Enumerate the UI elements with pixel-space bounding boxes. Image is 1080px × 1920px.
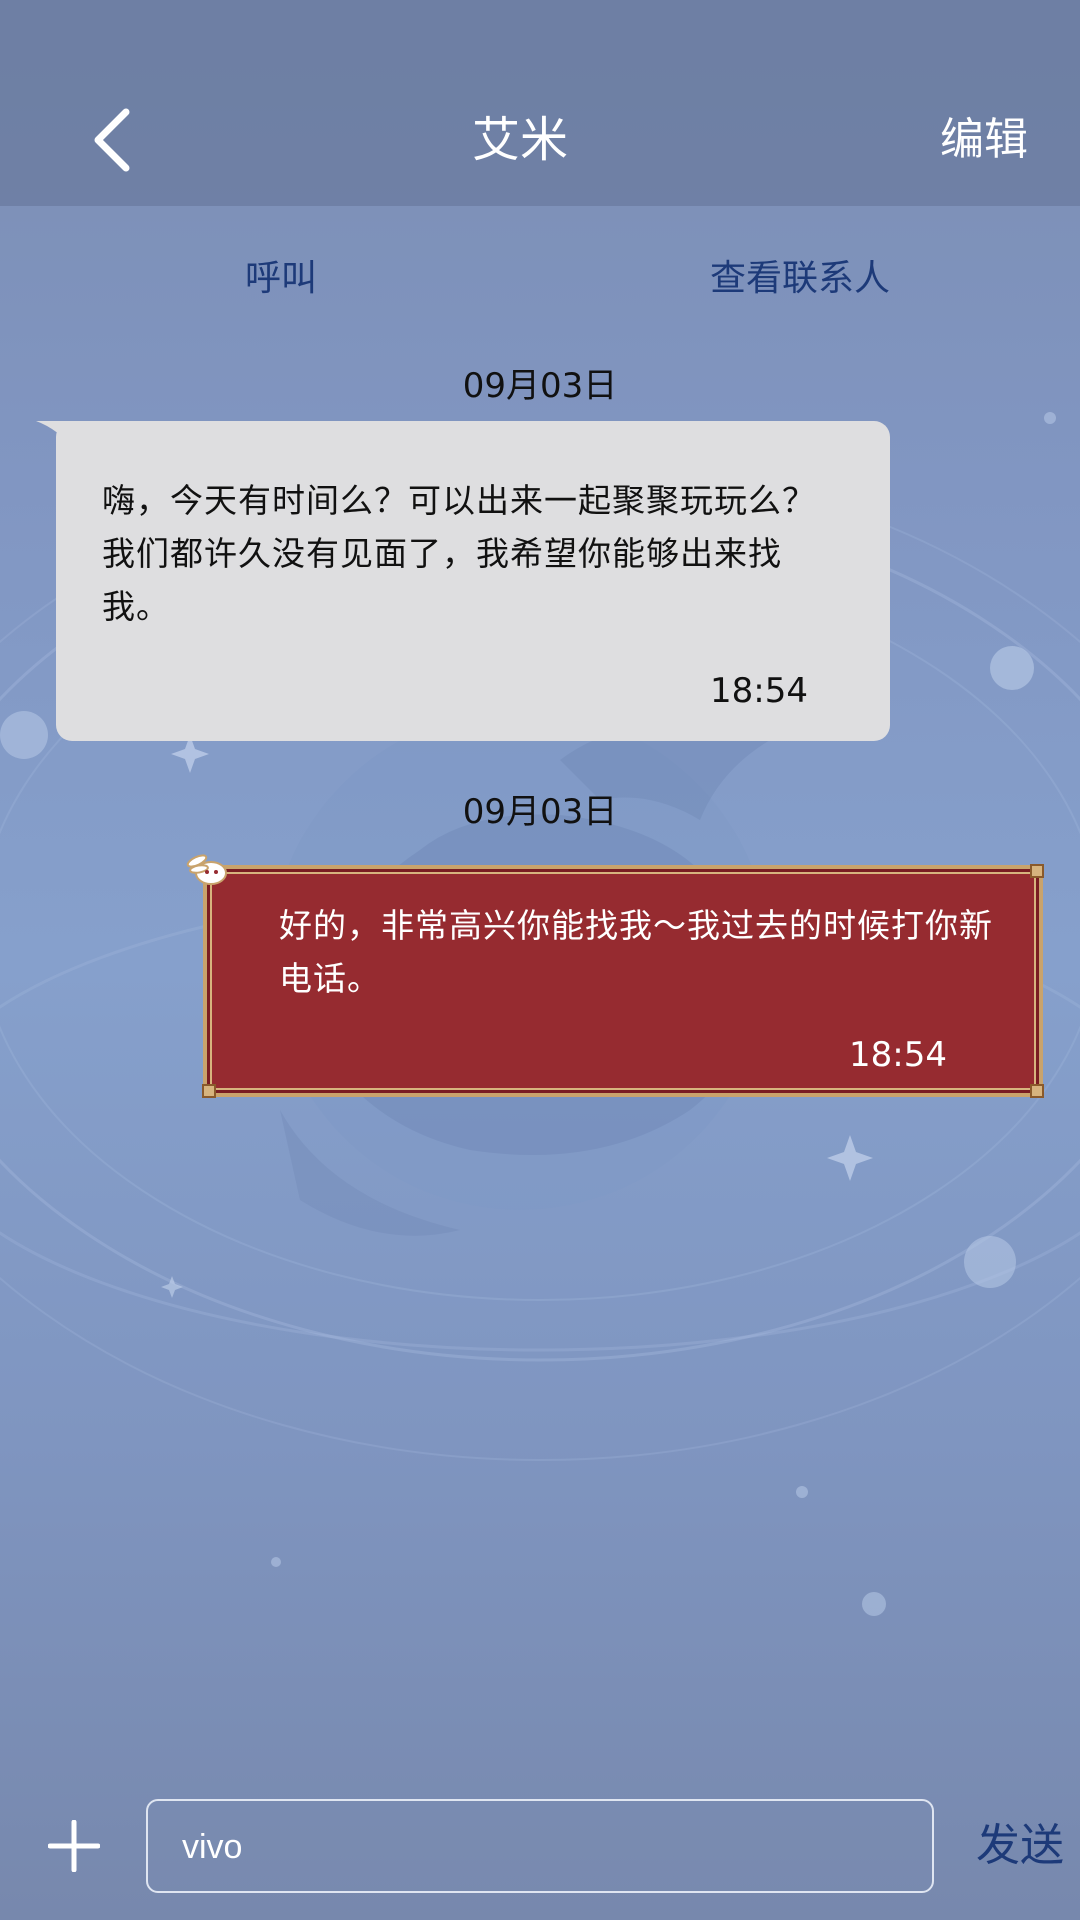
frame-corner [1030, 864, 1044, 878]
date-separator: 09月03日 [462, 792, 618, 832]
page-title: 艾米 [471, 112, 568, 168]
message-input-box[interactable] [146, 1799, 934, 1893]
plus-icon [47, 1819, 101, 1873]
top-bar: 艾米 编辑 [0, 0, 1080, 206]
date-separator: 09月03日 [462, 366, 618, 406]
send-button[interactable]: 发送 [976, 1816, 1064, 1876]
message-input[interactable] [180, 1801, 904, 1893]
add-attachment-button[interactable] [47, 1819, 101, 1873]
message-text: 好的，非常高兴你能找我～我过去的时候打你新电话。 [279, 906, 993, 998]
chevron-left-icon [94, 108, 130, 172]
message-time: 18:54 [849, 1035, 947, 1075]
bubble-tail [36, 421, 76, 451]
edit-button[interactable]: 编辑 [940, 108, 1028, 172]
outgoing-message-bubble[interactable]: 好的，非常高兴你能找我～我过去的时候打你新电话。 18:54 [186, 854, 1044, 1098]
bunny-icon [186, 854, 227, 885]
message-text: 嗨，今天有时间么？可以出来一起聚聚玩玩么？我们都许久没有见面了，我希望你能够出来… [102, 481, 816, 626]
incoming-message-bubble[interactable]: 嗨，今天有时间么？可以出来一起聚聚玩玩么？我们都许久没有见面了，我希望你能够出来… [36, 421, 890, 741]
frame-corner [202, 1084, 216, 1098]
back-button[interactable] [86, 100, 146, 180]
view-contact-link[interactable]: 查看联系人 [710, 254, 890, 304]
call-link[interactable]: 呼叫 [245, 254, 317, 304]
message-time: 18:54 [710, 671, 808, 711]
frame-corner [1030, 1084, 1044, 1098]
